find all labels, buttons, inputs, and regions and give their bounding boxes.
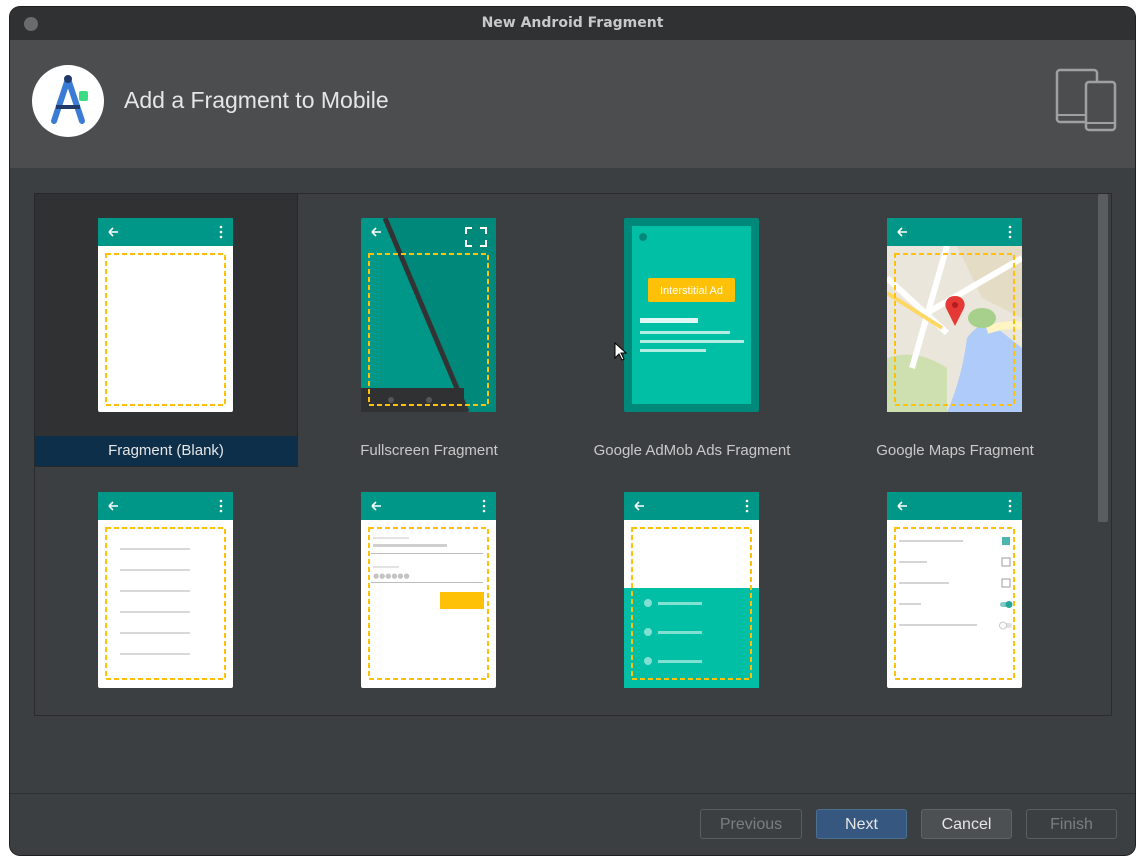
page-title: Add a Fragment to Mobile [124, 87, 389, 113]
template-settings-fragment[interactable] [824, 492, 1086, 692]
interstitial-ad-badge: Interstitial Ad [660, 285, 723, 297]
finish-button[interactable]: Finish [1026, 809, 1117, 839]
gallery-scrollbar[interactable] [1098, 194, 1108, 522]
window-title: New Android Fragment [481, 15, 664, 31]
next-button[interactable]: Next [816, 809, 907, 839]
list-fragment-preview [98, 492, 233, 688]
template-login-fragment[interactable]: ●●●●●● [298, 492, 560, 692]
window-title-bar: New Android Fragment [10, 7, 1135, 40]
settings-fragment-preview [887, 492, 1022, 688]
template-fragment-blank[interactable]: Fragment (Blank) [34, 193, 298, 467]
previous-button[interactable]: Previous [700, 809, 802, 839]
svg-text:●●●●●●: ●●●●●● [373, 572, 410, 580]
dialog-header: Add a Fragment to Mobile [10, 40, 1135, 168]
template-admob-ads-fragment[interactable]: Interstitial Ad Google AdMob Ads Fragmen… [561, 194, 823, 466]
cancel-button[interactable]: Cancel [921, 809, 1012, 839]
footer-divider [10, 793, 1135, 794]
template-fullscreen-fragment[interactable]: Fullscreen Fragment [298, 194, 560, 466]
template-google-maps-fragment[interactable]: Google Maps Fragment [824, 194, 1086, 466]
maps-fragment-preview [887, 218, 1022, 412]
new-fragment-dialog: New Android Fragment Add a Fragment to M… [10, 7, 1135, 855]
close-window-icon[interactable] [24, 17, 38, 31]
template-label: Fullscreen Fragment [360, 442, 498, 459]
blank-fragment-preview [98, 218, 233, 412]
bottom-sheet-preview [624, 492, 759, 688]
fullscreen-fragment-preview [361, 218, 496, 412]
login-fragment-preview: ●●●●●● [361, 492, 496, 688]
template-label: Google Maps Fragment [876, 442, 1034, 459]
template-label: Fragment (Blank) [35, 436, 297, 466]
template-gallery: Fragment (Blank) Fullscreen Fragment Int… [34, 193, 1112, 716]
template-label: Google AdMob Ads Fragment [593, 442, 791, 459]
devices-icon [1055, 68, 1117, 132]
android-studio-logo-icon [32, 65, 104, 137]
admob-fragment-preview: Interstitial Ad [624, 218, 759, 412]
template-modal-bottom-sheet[interactable] [561, 492, 823, 692]
template-list-fragment[interactable] [35, 492, 297, 692]
mouse-cursor-icon [614, 342, 628, 361]
